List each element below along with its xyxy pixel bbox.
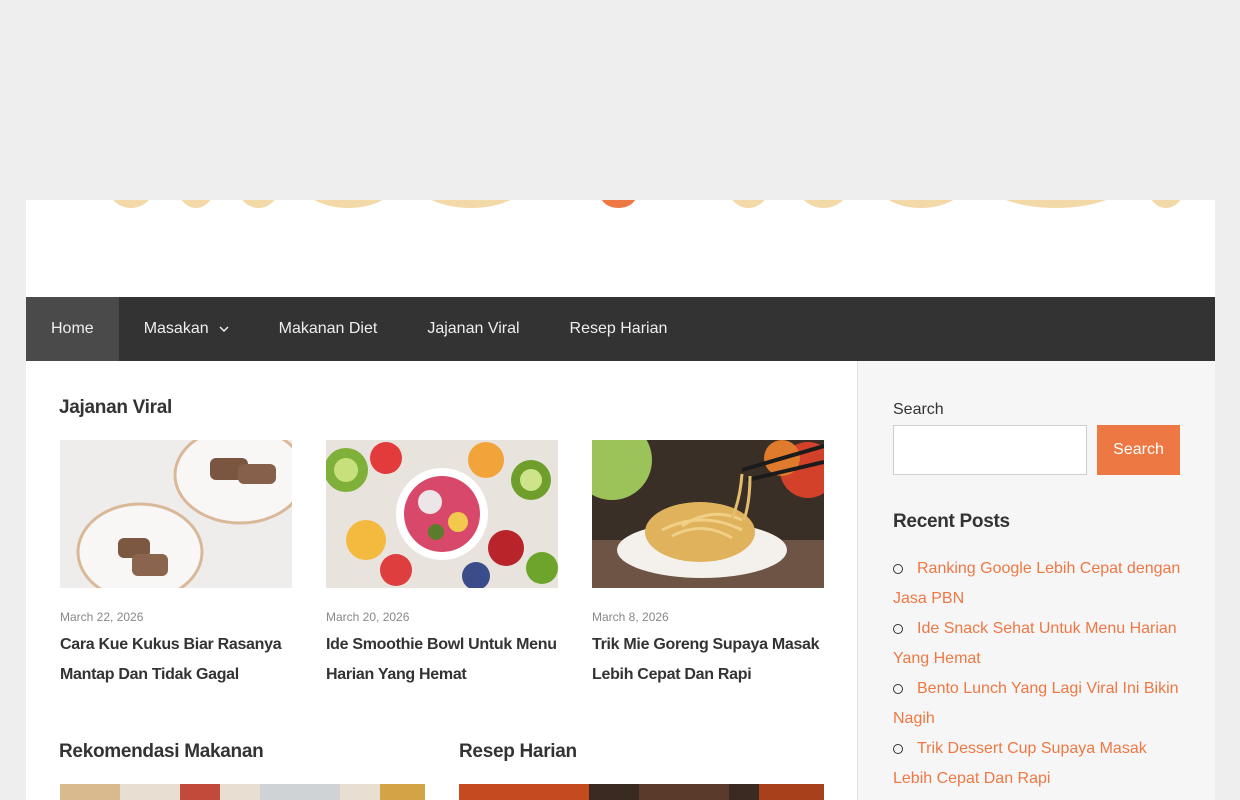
nav-item-label: Resep Harian [569,320,668,337]
section-title-rekomendasi[interactable]: Rekomendasi Makanan [59,741,264,763]
nav-item-resep-harian[interactable]: Resep Harian [545,297,693,361]
nav-item-label: Home [51,320,94,337]
post-title[interactable]: Ide Smoothie Bowl Untuk Menu Harian Yang… [326,630,558,690]
section-title[interactable]: Jajanan Viral [59,397,172,419]
search-button[interactable]: Search [1097,425,1180,475]
search-input[interactable] [893,425,1087,475]
recent-post-link[interactable]: Ide Snack Sehat Untuk Menu Harian Yang H… [893,614,1185,674]
main-content: Jajanan Viral March 22, 2026 Cara Kue Ku… [26,361,857,800]
post-card: March 22, 2026 Cara Kue Kukus Biar Rasan… [60,440,292,690]
post-date[interactable]: March 8, 2026 [592,610,824,624]
nav-item-label: Makanan Diet [278,320,378,337]
post-date[interactable]: March 22, 2026 [60,610,292,624]
nav-item-home[interactable]: Home [26,297,119,361]
nav-item-label: Jajanan Viral [427,320,520,337]
sidebar: Search Search Recent Posts Ranking Googl… [857,361,1215,800]
nav-item-jajanan-viral[interactable]: Jajanan Viral [402,297,544,361]
post-card: March 20, 2026 Ide Smoothie Bowl Untuk M… [326,440,558,690]
site-logo[interactable] [86,200,1196,208]
nav-item-makanan-diet[interactable]: Makanan Diet [254,297,403,361]
post-thumbnail[interactable] [60,440,292,588]
nav-item-masakan[interactable]: Masakan [119,297,254,361]
post-date[interactable]: March 20, 2026 [326,610,558,624]
post-thumbnail[interactable] [326,440,558,588]
main-navigation: Home Masakan Makanan Diet Jajanan Viral … [26,297,1215,361]
recent-posts-heading: Recent Posts [893,511,1010,532]
post-thumbnail[interactable] [60,784,425,800]
recent-post-link[interactable]: Ranking Google Lebih Cepat dengan Jasa P… [893,554,1185,614]
chevron-down-icon [219,326,229,333]
recent-post-link[interactable]: Trik Dessert Cup Supaya Masak Lebih Cepa… [893,734,1185,794]
recent-posts-list: Ranking Google Lebih Cepat dengan Jasa P… [893,554,1185,794]
post-title[interactable]: Cara Kue Kukus Biar Rasanya Mantap Dan T… [60,630,292,690]
post-thumbnail[interactable] [592,440,824,588]
recent-post-link[interactable]: Bento Lunch Yang Lagi Viral Ini Bikin Na… [893,674,1185,734]
post-thumbnail[interactable] [459,784,824,800]
site-header [26,200,1215,297]
nav-item-label: Masakan [143,320,209,337]
post-title[interactable]: Trik Mie Goreng Supaya Masak Lebih Cepat… [592,630,824,690]
post-card: March 8, 2026 Trik Mie Goreng Supaya Mas… [592,440,824,690]
search-label: Search [893,401,944,418]
section-title-resep-harian[interactable]: Resep Harian [459,741,577,763]
